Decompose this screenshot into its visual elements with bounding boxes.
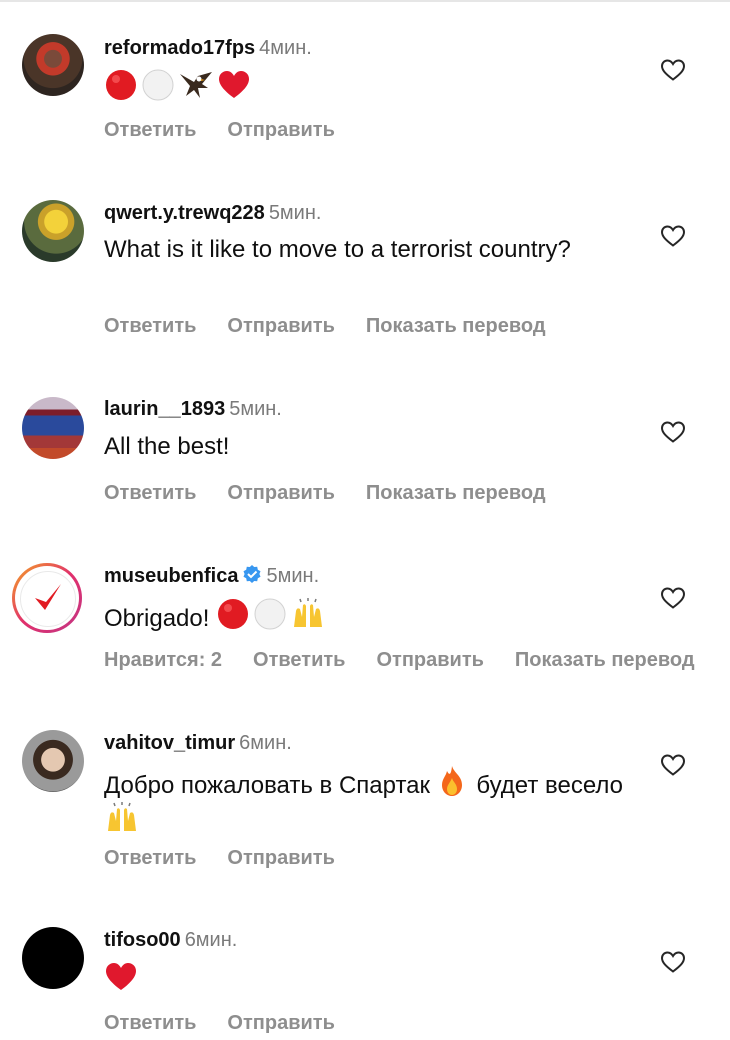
translate-button[interactable]: Показать перевод (366, 482, 546, 504)
send-button[interactable]: Отправить (227, 847, 334, 869)
raising-hands-emoji (108, 802, 136, 831)
comment-text: Добро пожаловать в Спартак будет весело (104, 764, 634, 838)
reply-button[interactable]: Ответить (104, 482, 196, 504)
avatar-museubenfica[interactable] (12, 563, 82, 633)
username[interactable]: vahitov_timur (104, 732, 235, 754)
comment-actions: Ответить Отправить Показать перевод (104, 481, 577, 505)
comment-text: All the best! (104, 433, 230, 460)
comment-actions: Ответить Отправить (104, 118, 366, 142)
comment-meta: qwert.y.trewq228 5мин. (104, 201, 321, 225)
translate-button[interactable]: Показать перевод (515, 649, 695, 671)
like-heart-icon[interactable] (660, 420, 686, 444)
comment-text (104, 960, 644, 997)
comment-text-content: Obrigado! (104, 605, 210, 632)
like-heart-icon[interactable] (660, 753, 686, 777)
avatar-reformado17fps[interactable] (22, 34, 84, 96)
comment-meta: vahitov_timur 6мин. (104, 731, 292, 755)
comment-actions: Ответить Отправить (104, 846, 366, 870)
reply-button[interactable]: Ответить (104, 315, 196, 337)
comment-actions: Ответить Отправить Показать перевод (104, 314, 577, 338)
red-circle-emoji (218, 599, 249, 629)
comment-meta: reformado17fps 4мин. (104, 36, 312, 60)
comment-meta: laurin__1893 5мин. (104, 397, 282, 421)
checkmark-logo-icon (35, 584, 61, 610)
username[interactable]: laurin__1893 (104, 398, 225, 420)
send-button[interactable]: Отправить (227, 119, 334, 141)
top-divider (0, 0, 730, 2)
avatar-qwert-y-trewq228[interactable] (22, 200, 84, 262)
reply-button[interactable]: Ответить (104, 847, 196, 869)
like-heart-icon[interactable] (660, 586, 686, 610)
like-heart-icon[interactable] (660, 950, 686, 974)
comment-meta: museubenfica 5мин. (104, 564, 319, 588)
like-heart-icon[interactable] (660, 58, 686, 82)
verified-badge-icon (243, 565, 261, 583)
eagle-emoji (180, 72, 212, 98)
avatar-inner (20, 571, 76, 627)
username[interactable]: reformado17fps (104, 37, 255, 59)
send-button[interactable]: Отправить (227, 482, 334, 504)
send-button[interactable]: Отправить (227, 315, 334, 337)
reply-button[interactable]: Ответить (104, 119, 196, 141)
avatar-vahitov-timur[interactable] (22, 730, 84, 792)
comment-text-tail: будет весело (476, 772, 624, 799)
username[interactable]: museubenfica (104, 565, 238, 587)
send-button[interactable]: Отправить (376, 649, 483, 671)
white-circle-emoji (142, 69, 174, 101)
send-button[interactable]: Отправить (227, 1012, 334, 1034)
red-circle-emoji (106, 70, 136, 100)
comment-text (104, 68, 644, 105)
reply-button[interactable]: Ответить (104, 1012, 196, 1034)
timestamp: 5мин. (268, 202, 322, 224)
comment-meta: tifoso00 6мин. (104, 928, 237, 952)
timestamp: 6мин. (239, 732, 292, 754)
likes-count[interactable]: Нравится: 2 (104, 649, 222, 671)
fire-emoji (441, 766, 462, 796)
timestamp: 4мин. (259, 37, 312, 59)
comment-actions: Нравится: 2 Ответить Отправить Показать пер… (104, 648, 726, 672)
comment-text: What is it like to move to a terrorist c… (104, 236, 571, 263)
timestamp: 5мин. (266, 565, 320, 587)
reply-button[interactable]: Ответить (253, 649, 345, 671)
translate-button[interactable]: Показать перевод (366, 315, 546, 337)
raising-hands-emoji (294, 598, 323, 627)
username[interactable]: qwert.y.trewq228 (104, 202, 265, 224)
username[interactable]: tifoso00 (104, 929, 181, 951)
comment-actions: Ответить Отправить (104, 1011, 366, 1035)
red-heart-emoji (106, 963, 136, 990)
like-heart-icon[interactable] (660, 224, 686, 248)
avatar-tifoso00[interactable] (22, 927, 84, 989)
timestamp: 6мин. (184, 929, 238, 951)
comment-text-content: Добро пожаловать в Спартак (104, 772, 431, 799)
white-circle-emoji (254, 598, 286, 630)
comment-text: Obrigado! (104, 597, 644, 634)
timestamp: 5мин. (229, 398, 282, 420)
avatar-laurin-1893[interactable] (22, 397, 84, 459)
red-heart-emoji (219, 71, 249, 98)
